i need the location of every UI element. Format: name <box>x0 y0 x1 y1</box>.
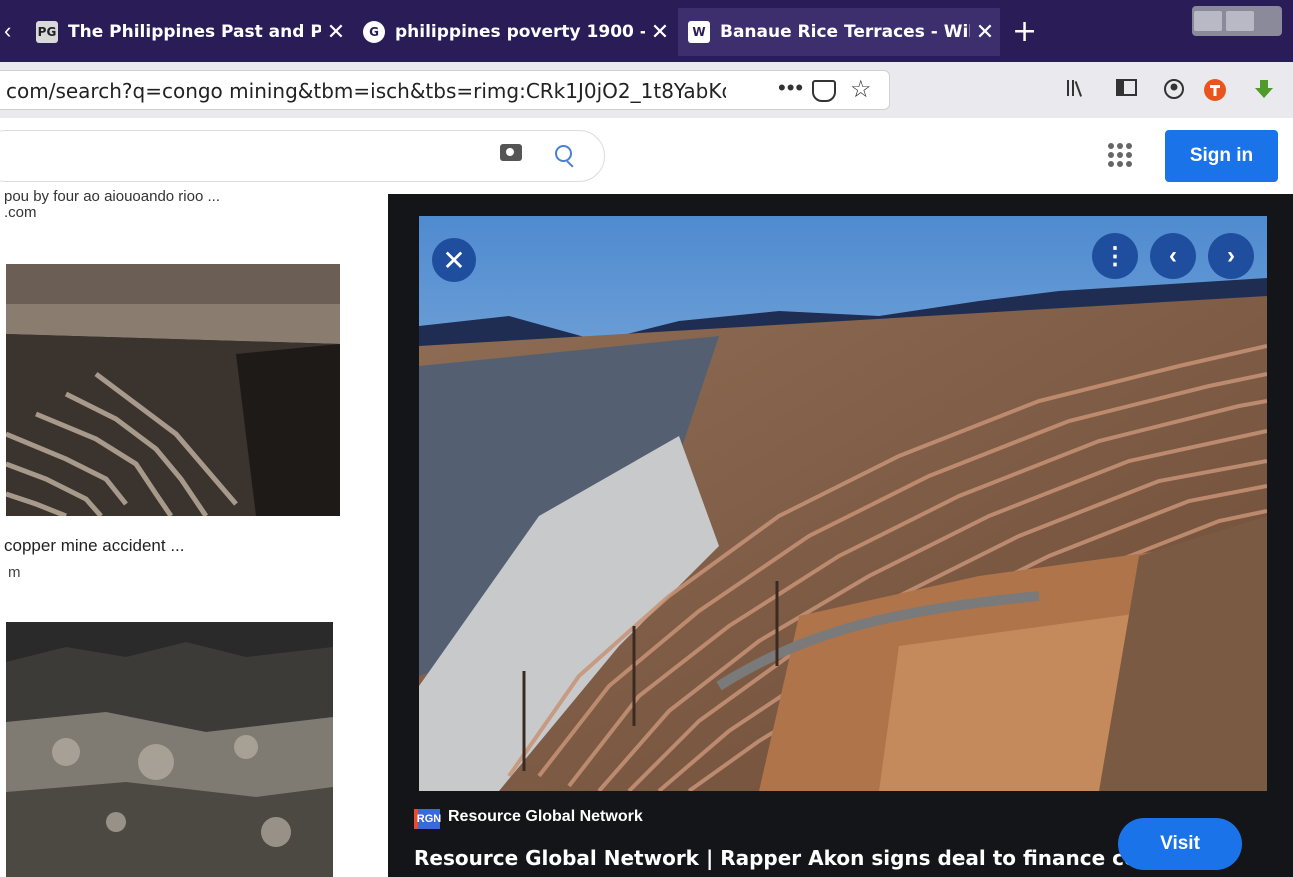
new-tab-button[interactable]: + <box>1012 14 1037 49</box>
tab-close-icon[interactable]: ✕ <box>970 20 1000 45</box>
visit-button[interactable]: Visit <box>1118 818 1242 870</box>
result-thumbnail-mining-site[interactable] <box>6 622 333 877</box>
apps-grid-icon[interactable] <box>1108 143 1132 167</box>
pg-favicon-icon: PG <box>36 21 58 43</box>
source-name[interactable]: Resource Global Network <box>448 808 643 826</box>
source-logo-icon: RGN <box>414 809 441 829</box>
close-preview-button[interactable]: ✕ <box>432 238 476 282</box>
account-icon[interactable] <box>1163 78 1185 106</box>
tab-bar: ‹ PG The Philippines Past and Prese ✕ G … <box>0 0 1293 62</box>
image-results-grid: pou by four ao aiouoando rioo ... .com c… <box>0 188 388 877</box>
result-title-cut[interactable]: pou by four ao aiouoando rioo ... <box>4 188 220 205</box>
sign-in-button[interactable]: Sign in <box>1165 130 1278 182</box>
tab-close-icon[interactable]: ✕ <box>321 20 351 45</box>
search-icon[interactable] <box>555 145 572 162</box>
library-icon[interactable] <box>1066 78 1088 104</box>
preview-title-link[interactable]: Resource Global Network | Rapper Akon si… <box>414 846 1203 870</box>
page-actions-icon[interactable]: ••• <box>778 75 804 101</box>
nav-bar: com/search?q=congo mining&tbm=isch&tbs=r… <box>0 62 1293 119</box>
url-bar[interactable]: com/search?q=congo mining&tbm=isch&tbs=r… <box>0 70 890 110</box>
result-domain-cut: .com <box>4 204 37 221</box>
result-caption[interactable]: copper mine accident ... <box>4 536 184 556</box>
minimize-icon[interactable] <box>1194 11 1222 31</box>
download-icon[interactable] <box>1254 78 1274 106</box>
search-header <box>0 118 1293 194</box>
tab-scroll-left-icon[interactable]: ‹ <box>4 18 11 44</box>
bookmark-star-icon[interactable]: ☆ <box>850 75 872 104</box>
wikipedia-favicon-icon: W <box>688 21 710 43</box>
preview-image-open-pit-mine[interactable] <box>419 216 1267 791</box>
tab-title: philippines poverty 1900 - Goo <box>395 22 645 42</box>
tab-philippines-poverty[interactable]: G philippines poverty 1900 - Goo ✕ <box>353 8 675 56</box>
tab-title: Banaue Rice Terraces - Wikipe <box>720 22 970 42</box>
more-options-icon[interactable]: ⋮ <box>1092 233 1138 279</box>
tab-philippines-past[interactable]: PG The Philippines Past and Prese ✕ <box>26 8 351 56</box>
pocket-icon[interactable] <box>812 80 836 102</box>
sidebar-icon[interactable] <box>1116 78 1138 104</box>
result-domain: m <box>8 564 21 581</box>
tab-title: The Philippines Past and Prese <box>68 22 321 42</box>
google-favicon-icon: G <box>363 21 385 43</box>
previous-image-button[interactable]: ‹ <box>1150 233 1196 279</box>
maximize-icon[interactable] <box>1226 11 1254 31</box>
next-image-button[interactable]: › <box>1208 233 1254 279</box>
url-text[interactable]: com/search?q=congo mining&tbm=isch&tbs=r… <box>6 79 726 103</box>
extension-icon[interactable] <box>1203 78 1227 108</box>
camera-search-icon[interactable] <box>500 144 522 161</box>
tab-banaue-rice-terraces[interactable]: W Banaue Rice Terraces - Wikipe ✕ <box>678 8 1000 56</box>
result-thumbnail-copper-mine[interactable] <box>6 264 340 516</box>
tab-close-icon[interactable]: ✕ <box>645 20 675 45</box>
window-controls <box>1192 6 1282 36</box>
